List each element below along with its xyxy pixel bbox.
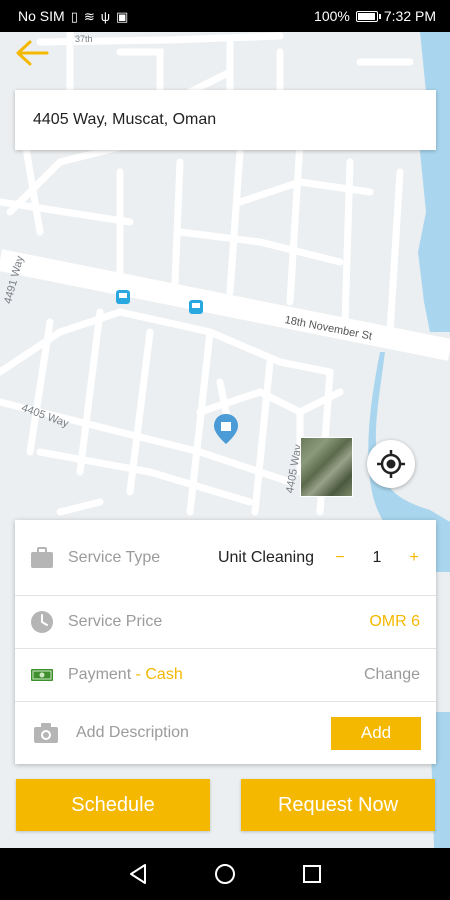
request-now-button[interactable]: Request Now: [241, 779, 435, 831]
service-panel: Service Type Unit Cleaning − 1 + Service…: [15, 520, 436, 764]
street-label: 37th: [75, 34, 93, 44]
schedule-button[interactable]: Schedule: [16, 779, 210, 831]
clock-icon: [28, 608, 56, 636]
image-icon: ▣: [116, 8, 129, 24]
payment-row: Payment - Cash Change: [15, 649, 436, 702]
description-input[interactable]: Add Description: [76, 724, 189, 742]
payment-label-text: Payment: [68, 666, 132, 683]
description-row: Add Description Add: [15, 702, 436, 764]
service-price-label: Service Price: [68, 613, 163, 630]
satellite-toggle[interactable]: [300, 437, 353, 497]
camera-icon[interactable]: [32, 719, 60, 747]
address-field[interactable]: 4405 Way, Muscat, Oman: [15, 90, 436, 150]
service-type-row: Service Type Unit Cleaning − 1 +: [15, 520, 436, 596]
back-button[interactable]: [12, 37, 52, 69]
usb-icon: ψ: [100, 8, 111, 24]
place-icon[interactable]: [214, 414, 238, 444]
circle-home-icon: [214, 864, 235, 884]
service-type-value[interactable]: Unit Cleaning: [218, 549, 314, 567]
my-location-button[interactable]: [367, 440, 415, 488]
add-description-button[interactable]: Add: [331, 716, 421, 750]
address-text: 4405 Way, Muscat, Oman: [33, 111, 217, 128]
quantity-increase-button[interactable]: +: [402, 549, 426, 567]
change-payment-button[interactable]: Change: [364, 666, 420, 684]
battery-percent: 100%: [314, 8, 350, 24]
cash-icon: [28, 661, 56, 689]
quantity-value: 1: [372, 548, 382, 566]
system-nav-bar: [0, 848, 450, 900]
battery-icon: [355, 10, 381, 22]
payment-separator: -: [131, 666, 146, 683]
nav-recents-button[interactable]: [297, 859, 327, 889]
payment-method: Cash: [145, 666, 183, 683]
my-location-icon: [377, 450, 405, 478]
briefcase-icon: [28, 544, 56, 572]
bus-stop-icon[interactable]: [189, 300, 203, 314]
service-price-value: OMR 6: [369, 613, 420, 630]
bus-stop-icon[interactable]: [116, 290, 130, 304]
carrier-label: No SIM: [18, 8, 65, 24]
nav-back-button[interactable]: [123, 859, 153, 889]
payment-label: Payment - Cash: [68, 666, 183, 684]
clock-time: 7:32 PM: [383, 8, 436, 24]
wifi-icon: ≋: [83, 8, 95, 24]
back-arrow-icon: [16, 40, 49, 66]
service-type-label: Service Type: [68, 548, 161, 566]
battery-fill: [357, 12, 375, 20]
nav-home-button[interactable]: [210, 859, 240, 889]
quantity-decrease-button[interactable]: −: [328, 549, 352, 567]
status-bar: No SIM ▯ ≋ ψ ▣ 100% 7:32 PM: [0, 0, 450, 32]
triangle-back-icon: [130, 864, 147, 884]
service-price-row: Service Price OMR 6: [15, 596, 436, 649]
square-recents-icon: [302, 865, 321, 883]
sim-icon: ▯: [70, 8, 78, 24]
